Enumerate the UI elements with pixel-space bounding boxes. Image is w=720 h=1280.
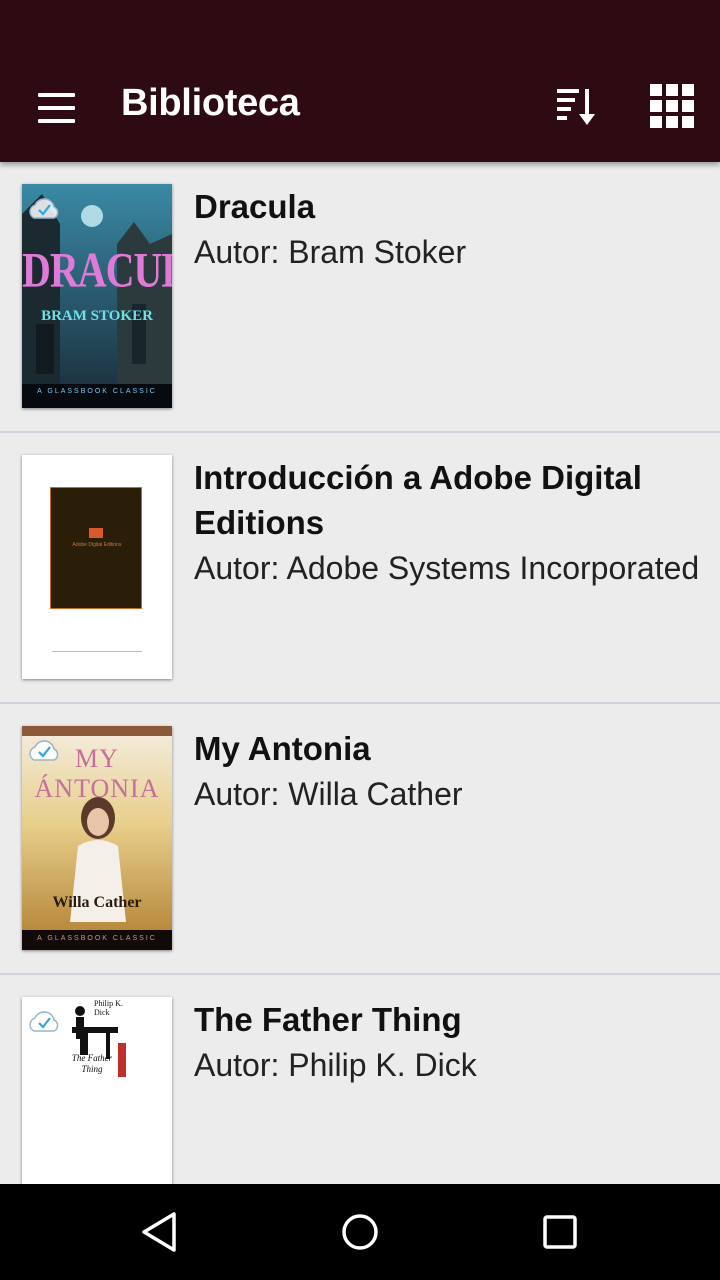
book-author: Autor: Philip K. Dick	[194, 1047, 477, 1083]
cover-series-text: A GLASSBOOK CLASSIC	[37, 388, 157, 395]
book-title: Dracula	[194, 188, 316, 225]
book-title: Introducción a Adobe Digital Editions	[194, 459, 642, 541]
book-author: Autor: Bram Stoker	[194, 234, 467, 270]
recents-square-icon[interactable]	[536, 1208, 584, 1256]
cover-author-text: Willa Cather	[52, 894, 142, 911]
book-list: DRACULA BRAM STOKER A GLASSBOOK CLASSIC …	[0, 162, 720, 1184]
cover-footer-line	[52, 651, 142, 652]
cover-title-text: DRACULA	[22, 241, 172, 298]
book-cover-my-antonia[interactable]: MY ÁNTONIA Willa Cather A GLASSBOOK CLAS…	[22, 726, 172, 950]
book-item-adobe-digital-editions[interactable]: Adobe Digital Editions Introducción a Ad…	[0, 433, 720, 704]
sort-icon[interactable]	[552, 82, 602, 132]
book-item-my-antonia[interactable]: MY ÁNTONIA Willa Cather A GLASSBOOK CLAS…	[0, 704, 720, 975]
book-item-the-father-thing[interactable]: Philip K. Dick The Father Thing The Fath…	[0, 975, 720, 1184]
cover-title-text: Adobe Digital Editions	[72, 542, 122, 548]
book-author: Autor: Willa Cather	[194, 776, 463, 812]
cloud-check-icon	[26, 736, 62, 764]
book-title: The Father Thing	[194, 1001, 462, 1038]
cover-panel: Adobe Digital Editions	[50, 487, 142, 609]
cloud-check-icon	[26, 1007, 62, 1035]
app-bar: Biblioteca	[0, 0, 720, 162]
grid-view-icon[interactable]	[644, 80, 700, 136]
system-navigation-bar	[0, 1184, 720, 1280]
cover-title-text: The Father Thing	[71, 1053, 113, 1074]
cover-author-text: Philip K. Dick	[94, 999, 123, 1017]
cover-author-text: BRAM STOKER	[41, 308, 153, 324]
book-author: Autor: Adobe Systems Incorporated	[194, 550, 700, 586]
book-item-dracula[interactable]: DRACULA BRAM STOKER A GLASSBOOK CLASSIC …	[0, 162, 720, 433]
back-triangle-icon[interactable]	[136, 1208, 184, 1256]
hamburger-menu-icon[interactable]	[30, 84, 82, 132]
cloud-check-icon	[26, 194, 62, 222]
book-title: My Antonia	[194, 730, 371, 767]
book-cover-adobe-digital-editions[interactable]: Adobe Digital Editions	[22, 455, 172, 679]
book-icon	[89, 528, 103, 538]
book-cover-dracula[interactable]: DRACULA BRAM STOKER A GLASSBOOK CLASSIC	[22, 184, 172, 408]
home-circle-icon[interactable]	[336, 1208, 384, 1256]
cover-series-text: A GLASSBOOK CLASSIC	[37, 935, 157, 942]
book-cover-the-father-thing[interactable]: Philip K. Dick The Father Thing	[22, 997, 172, 1184]
page-title: Biblioteca	[121, 82, 300, 124]
